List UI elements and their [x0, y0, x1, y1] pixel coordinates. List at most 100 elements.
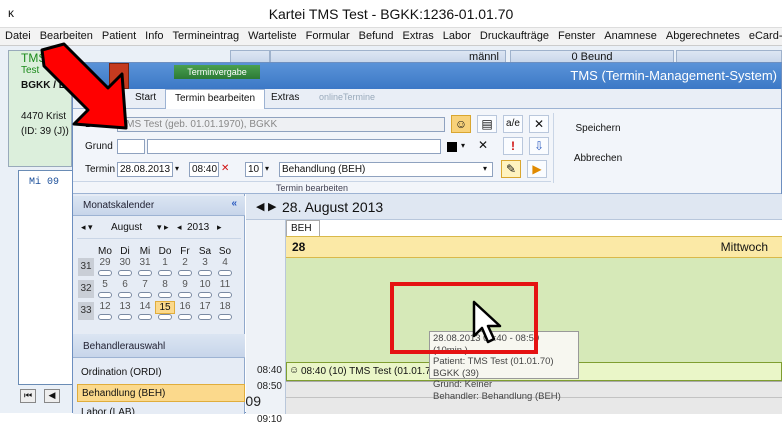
calendar-day[interactable]: 10: [195, 279, 215, 290]
day-load-indicator: [98, 292, 112, 298]
calendar-day[interactable]: 30: [115, 257, 135, 268]
nav-first-button[interactable]: ⏮: [20, 389, 36, 403]
day-load-indicator: [218, 270, 232, 276]
menu-extras[interactable]: Extras: [398, 28, 438, 42]
nav-prev-button[interactable]: ◀: [44, 389, 60, 403]
tab-start[interactable]: Start: [135, 92, 156, 103]
menu-befund[interactable]: Befund: [354, 28, 398, 42]
year-label[interactable]: 2013: [187, 222, 209, 233]
day-weekday: Mittwoch: [720, 240, 768, 254]
clear-betreff-icon[interactable]: ✕: [529, 115, 549, 133]
menu-abgerechnetes[interactable]: Abgerechnetes: [661, 28, 744, 42]
calendar-day[interactable]: 7: [135, 279, 155, 290]
menu-warteliste[interactable]: Warteliste: [243, 28, 301, 42]
priority-icon[interactable]: !: [503, 137, 523, 155]
color-swatch-icon[interactable]: [447, 142, 457, 152]
calendar-day[interactable]: 6: [115, 279, 135, 290]
betreff-field[interactable]: TMS Test (geb. 01.01.1970), BGKK: [117, 117, 445, 132]
calendar-day[interactable]: 9: [175, 279, 195, 290]
treater-ordination[interactable]: Ordination (ORDI): [77, 364, 245, 382]
duration-dropdown-icon[interactable]: ▾: [265, 164, 269, 173]
month-label[interactable]: August: [111, 222, 142, 233]
card-icon[interactable]: ▤: [477, 115, 497, 133]
calendar-day[interactable]: 17: [195, 301, 215, 312]
arrow-down-icon[interactable]: ⇩: [529, 137, 549, 155]
title-bar: ĸ Kartei TMS Test - BGKK:1236-01.01.70: [0, 0, 782, 28]
calendar-day-selected[interactable]: 15: [155, 301, 175, 314]
beh-tab[interactable]: BEH: [286, 220, 320, 236]
type-dropdown-icon[interactable]: ▾: [483, 164, 487, 173]
calendar-day[interactable]: 14: [135, 301, 155, 312]
week-number[interactable]: 31: [78, 258, 94, 276]
menu-druckauftraege[interactable]: Druckaufträge: [475, 28, 553, 42]
tms-window: TMS (Termin-Management-System) Terminver…: [72, 62, 782, 425]
prev-day-icon[interactable]: ◀: [256, 200, 264, 213]
month-next-icon[interactable]: ▾ ▸: [157, 222, 169, 233]
duration-field[interactable]: 10: [245, 162, 263, 177]
week-number[interactable]: 33: [78, 302, 94, 320]
date-dropdown-icon[interactable]: ▾: [175, 164, 179, 173]
calendar-day[interactable]: 18: [215, 301, 235, 312]
calendar-day[interactable]: 12: [95, 301, 115, 312]
calendar-day[interactable]: 3: [195, 257, 215, 268]
month-prev-icon[interactable]: ◂ ▾: [81, 222, 93, 233]
save-button[interactable]: Speichern: [561, 115, 635, 143]
week-number[interactable]: 32: [78, 280, 94, 298]
calendar-day[interactable]: 16: [175, 301, 195, 312]
tooltip-line: Behandler: Behandlung (BEH): [433, 390, 561, 402]
calendar-day[interactable]: 31: [135, 257, 155, 268]
time-label: 08:50: [256, 381, 282, 392]
grund-field[interactable]: [147, 139, 441, 154]
clear-time-icon[interactable]: ✕: [221, 163, 229, 174]
clear-grund-icon[interactable]: ✕: [473, 137, 493, 155]
ribbon-divider: [553, 113, 554, 183]
day-load-indicator: [178, 270, 192, 276]
collapse-icon[interactable]: «: [231, 198, 237, 209]
cancel-button[interactable]: Abbrechen: [561, 147, 635, 175]
menu-fenster[interactable]: Fenster: [553, 28, 599, 42]
weekday-do: Do: [158, 246, 172, 257]
menu-bearbeiten[interactable]: Bearbeiten: [35, 28, 97, 42]
patient-icon[interactable]: ☺: [451, 115, 471, 133]
edit-note-icon[interactable]: ✎: [501, 160, 521, 178]
next-day-icon[interactable]: ▶: [268, 200, 276, 213]
day-load-indicator: [218, 292, 232, 298]
calendar-day[interactable]: 13: [115, 301, 135, 312]
calendar-day[interactable]: 4: [215, 257, 235, 268]
menu-anamnese[interactable]: Anamnese: [599, 28, 661, 42]
time-field[interactable]: 08:40: [189, 162, 219, 177]
patient-appt-icon: ☺: [289, 365, 300, 376]
spellcheck-icon[interactable]: a/e: [503, 115, 523, 133]
tab-online-termine[interactable]: onlineTermine: [319, 92, 375, 102]
forward-icon[interactable]: ▶: [527, 160, 547, 178]
menu-info[interactable]: Info: [140, 28, 167, 42]
tab-termin-bearbeiten[interactable]: Termin bearbeiten: [165, 89, 266, 109]
menu-termineintrag[interactable]: Termineintrag: [168, 28, 244, 42]
calendar-day[interactable]: 2: [175, 257, 195, 268]
time-label-hour: 09: [245, 393, 261, 409]
date-field[interactable]: 28.08.2013: [117, 162, 173, 177]
calendar-day[interactable]: 8: [155, 279, 175, 290]
day-load-indicator: [118, 292, 132, 298]
menu-ecard[interactable]: eCard-Wi: [744, 28, 782, 42]
calendar-day[interactable]: 29: [95, 257, 115, 268]
day-date: 28. August 2013: [282, 199, 384, 215]
bg-calendar-date: Mi 09: [29, 177, 60, 188]
year-next-icon[interactable]: ▸: [217, 222, 222, 233]
day-load-indicator: [198, 314, 212, 320]
menu-formular[interactable]: Formular: [301, 28, 354, 42]
day-load-indicator: [198, 292, 212, 298]
color-dropdown-icon[interactable]: ▾: [461, 141, 465, 150]
calendar-day[interactable]: 1: [155, 257, 175, 268]
grund-code-field[interactable]: [117, 139, 145, 154]
left-sidebar: Monatskalender « ◂ ▾ August ▾ ▸ ◂ 2013 ▸ …: [73, 194, 245, 414]
calendar-day[interactable]: 11: [215, 279, 235, 290]
type-select[interactable]: Behandlung (BEH): [279, 162, 493, 177]
tab-extras[interactable]: Extras: [271, 92, 299, 103]
calendar-day[interactable]: 5: [95, 279, 115, 290]
menu-patient[interactable]: Patient: [97, 28, 140, 42]
menu-labor[interactable]: Labor: [438, 28, 475, 42]
menu-datei[interactable]: Datei: [0, 28, 35, 42]
year-prev-icon[interactable]: ◂: [177, 222, 182, 233]
treater-behandlung[interactable]: Behandlung (BEH): [77, 384, 245, 402]
